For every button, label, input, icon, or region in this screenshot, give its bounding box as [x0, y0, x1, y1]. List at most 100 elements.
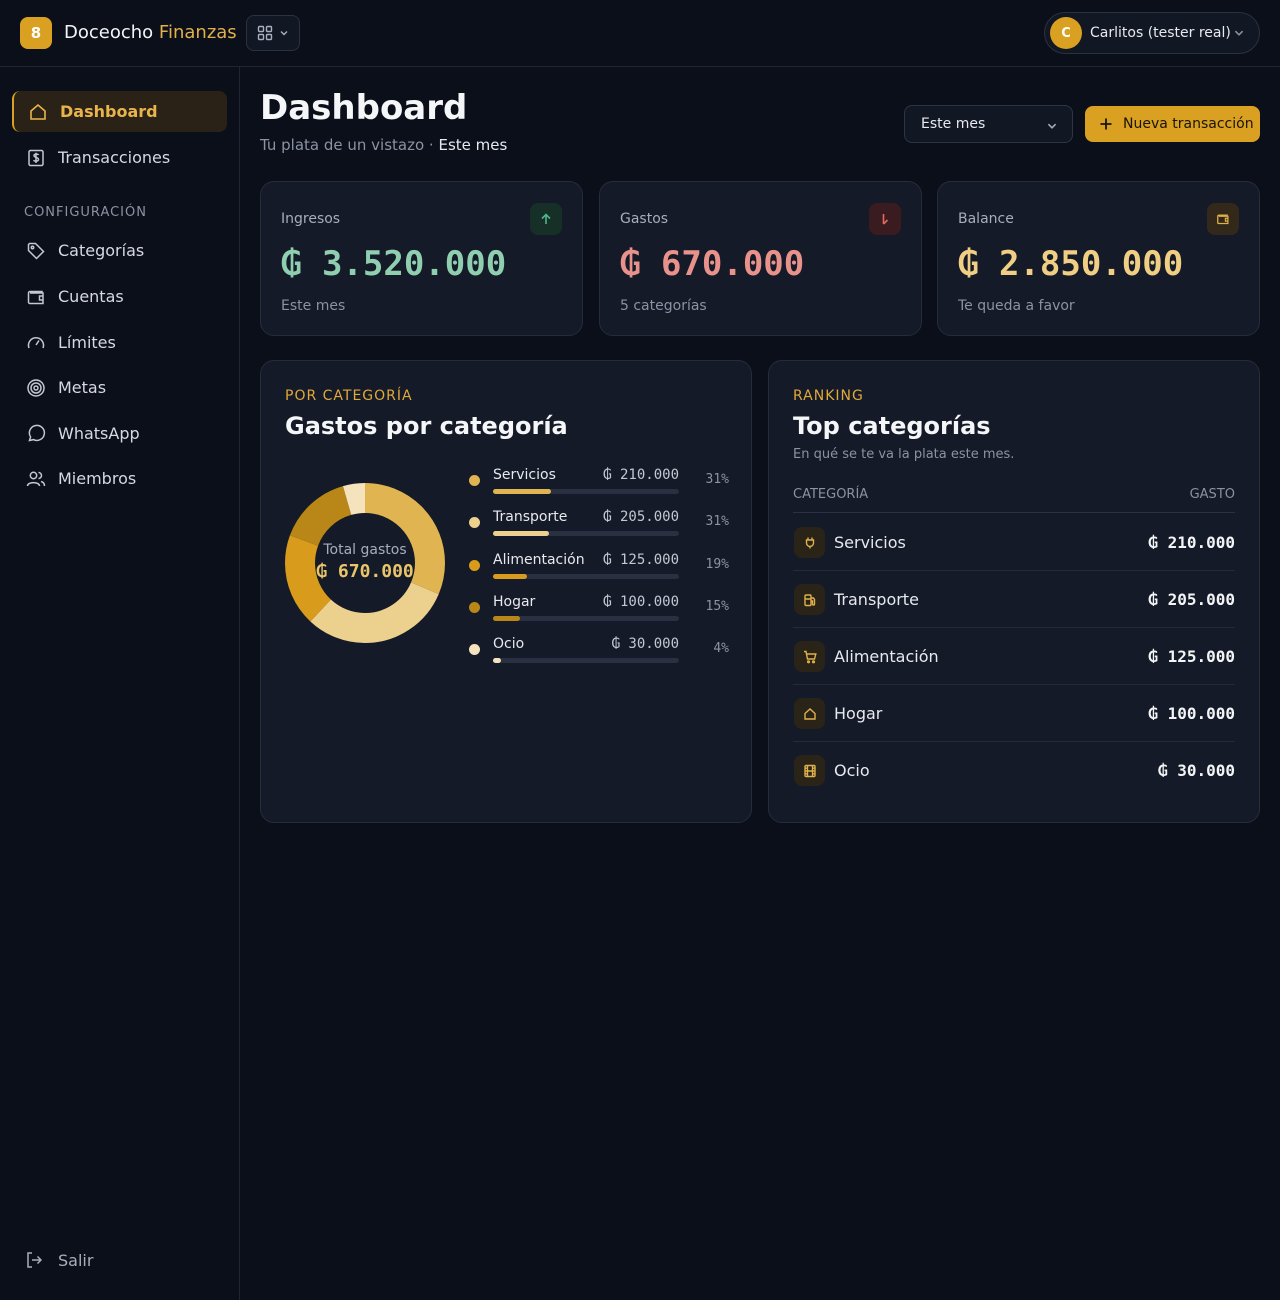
stat-label: Gastos: [620, 211, 669, 227]
stat-label: Balance: [958, 211, 1014, 227]
table-row[interactable]: Alimentación ₲ 125.000: [793, 628, 1235, 685]
section-label: CONFIGURACIÓN: [24, 205, 147, 220]
sidebar-item-transacciones[interactable]: Transacciones: [12, 137, 227, 178]
row-amount: ₲ 30.000: [1157, 761, 1235, 780]
sidebar-item-categorias[interactable]: Categorías: [12, 230, 227, 271]
legend-item: Alimentación ₲ 125.000 19%: [469, 548, 729, 588]
row-category: Servicios: [834, 533, 906, 552]
row-amount: ₲ 210.000: [1148, 533, 1235, 552]
plug-icon: [794, 527, 825, 558]
legend-percent: 19%: [705, 556, 729, 572]
column-header-category: CATEGORÍA: [793, 487, 869, 502]
logout-button[interactable]: Salir: [24, 1250, 93, 1270]
chevron-down-icon: [280, 31, 288, 36]
legend-dot: [469, 559, 480, 571]
table-row[interactable]: Transporte ₲ 205.000: [793, 571, 1235, 628]
brand-name[interactable]: Doceocho Finanzas: [64, 22, 237, 43]
cart-icon: [794, 641, 825, 672]
new-transaction-button[interactable]: Nueva transacción: [1085, 106, 1260, 142]
legend-bar-track: [493, 489, 679, 494]
grid-icon: [257, 25, 273, 41]
sidebar-item-label: Metas: [58, 378, 107, 397]
plus-icon: [1100, 118, 1112, 130]
table-row[interactable]: Hogar ₲ 100.000: [793, 685, 1235, 742]
house-icon: [794, 698, 825, 729]
home-icon: [30, 103, 46, 120]
table-header: CATEGORÍA GASTO: [793, 487, 1235, 513]
sidebar-item-miembros[interactable]: Miembros: [12, 458, 227, 499]
stat-card-ingresos: Ingresos ₲ 3.520.000 Este mes: [260, 181, 583, 336]
arrow-down-icon: [869, 203, 901, 235]
sidebar-item-limites[interactable]: Límites: [12, 322, 227, 363]
stat-card-balance: Balance ₲ 2.850.000 Te queda a favor: [937, 181, 1260, 336]
user-menu[interactable]: C Carlitos (tester real): [1044, 12, 1260, 54]
legend-dot: [469, 517, 480, 529]
period-select[interactable]: Este mes: [904, 105, 1073, 143]
sidebar-item-cuentas[interactable]: Cuentas: [12, 276, 227, 317]
chevron-down-icon: [1234, 30, 1244, 36]
panel-eyebrow: POR CATEGORÍA: [285, 388, 413, 404]
sidebar-item-label: Transacciones: [58, 148, 171, 167]
legend-amount: ₲ 125.000: [603, 551, 679, 568]
wallet-icon: [27, 290, 44, 304]
stat-value: ₲ 670.000: [620, 244, 805, 284]
logout-label: Salir: [58, 1250, 94, 1270]
legend-label: Hogar: [493, 593, 536, 610]
new-transaction-label: Nueva transacción: [1123, 116, 1254, 132]
sidebar-item-dashboard[interactable]: Dashboard: [12, 91, 227, 132]
legend-dot: [469, 644, 480, 656]
legend-bar-track: [493, 615, 679, 621]
table-row[interactable]: Ocio ₲ 30.000: [793, 742, 1235, 799]
legend-bar-fill: [493, 658, 502, 664]
sidebar-item-whatsapp[interactable]: WhatsApp: [12, 413, 227, 454]
legend-percent: 15%: [705, 598, 729, 614]
row-category: Hogar: [834, 704, 883, 723]
legend-label: Transporte: [493, 509, 568, 526]
dollar-receipt-icon: [28, 149, 44, 166]
subtitle-text: Tu plata de un vistazo ·: [260, 136, 434, 154]
legend-dot: [469, 475, 480, 486]
ranking-panel: RANKING Top categorías En qué se te va l…: [768, 360, 1260, 823]
legend-label: Servicios: [493, 467, 556, 483]
legend-item: Ocio ₲ 30.000 4%: [469, 632, 729, 672]
page-title: Dashboard: [260, 88, 468, 128]
apps-switcher-button[interactable]: [246, 15, 300, 51]
subtitle-period: Este mes: [438, 136, 508, 154]
stat-foot: 5 categorías: [620, 298, 707, 314]
legend-percent: 4%: [713, 641, 729, 657]
stat-foot: Te queda a favor: [958, 298, 1075, 314]
gauge-icon: [27, 336, 45, 348]
sidebar-item-label: Cuentas: [58, 287, 124, 306]
legend-bar-fill: [493, 573, 528, 579]
chat-bubble-icon: [28, 424, 46, 442]
legend-amount: ₲ 210.000: [603, 467, 679, 483]
stat-value: ₲ 2.850.000: [958, 244, 1184, 284]
stat-label: Ingresos: [281, 211, 341, 227]
legend-bar-fill: [493, 489, 551, 494]
sidebar-item-label: Miembros: [58, 469, 137, 488]
user-name: Carlitos (tester real): [1090, 25, 1231, 41]
panel-title: Top categorías: [793, 412, 991, 440]
legend-label: Ocio: [493, 636, 525, 653]
stat-foot: Este mes: [281, 298, 346, 314]
legend-label: Alimentación: [493, 551, 585, 568]
row-category: Alimentación: [834, 647, 939, 666]
legend-bar-fill: [493, 531, 550, 537]
stat-card-gastos: Gastos ₲ 670.000 5 categorías: [599, 181, 922, 336]
users-icon: [26, 471, 46, 486]
sidebar-item-metas[interactable]: Metas: [12, 367, 227, 408]
row-category: Transporte: [834, 590, 919, 609]
page-subtitle: Tu plata de un vistazo · Este mes: [260, 136, 507, 154]
row-amount: ₲ 125.000: [1148, 647, 1235, 666]
logo-badge[interactable]: 8: [20, 17, 52, 49]
target-icon: [27, 378, 45, 397]
period-select-value: Este mes: [921, 116, 986, 132]
panel-eyebrow: RANKING: [793, 388, 864, 404]
donut-total-value: ₲ 670.000: [316, 561, 414, 582]
film-icon: [794, 755, 825, 786]
row-amount: ₲ 205.000: [1148, 590, 1235, 609]
table-row[interactable]: Servicios ₲ 210.000: [793, 514, 1235, 571]
legend-item: Transporte ₲ 205.000 31%: [469, 505, 729, 545]
row-category: Ocio: [834, 761, 870, 780]
sidebar-item-label: Límites: [58, 333, 116, 352]
